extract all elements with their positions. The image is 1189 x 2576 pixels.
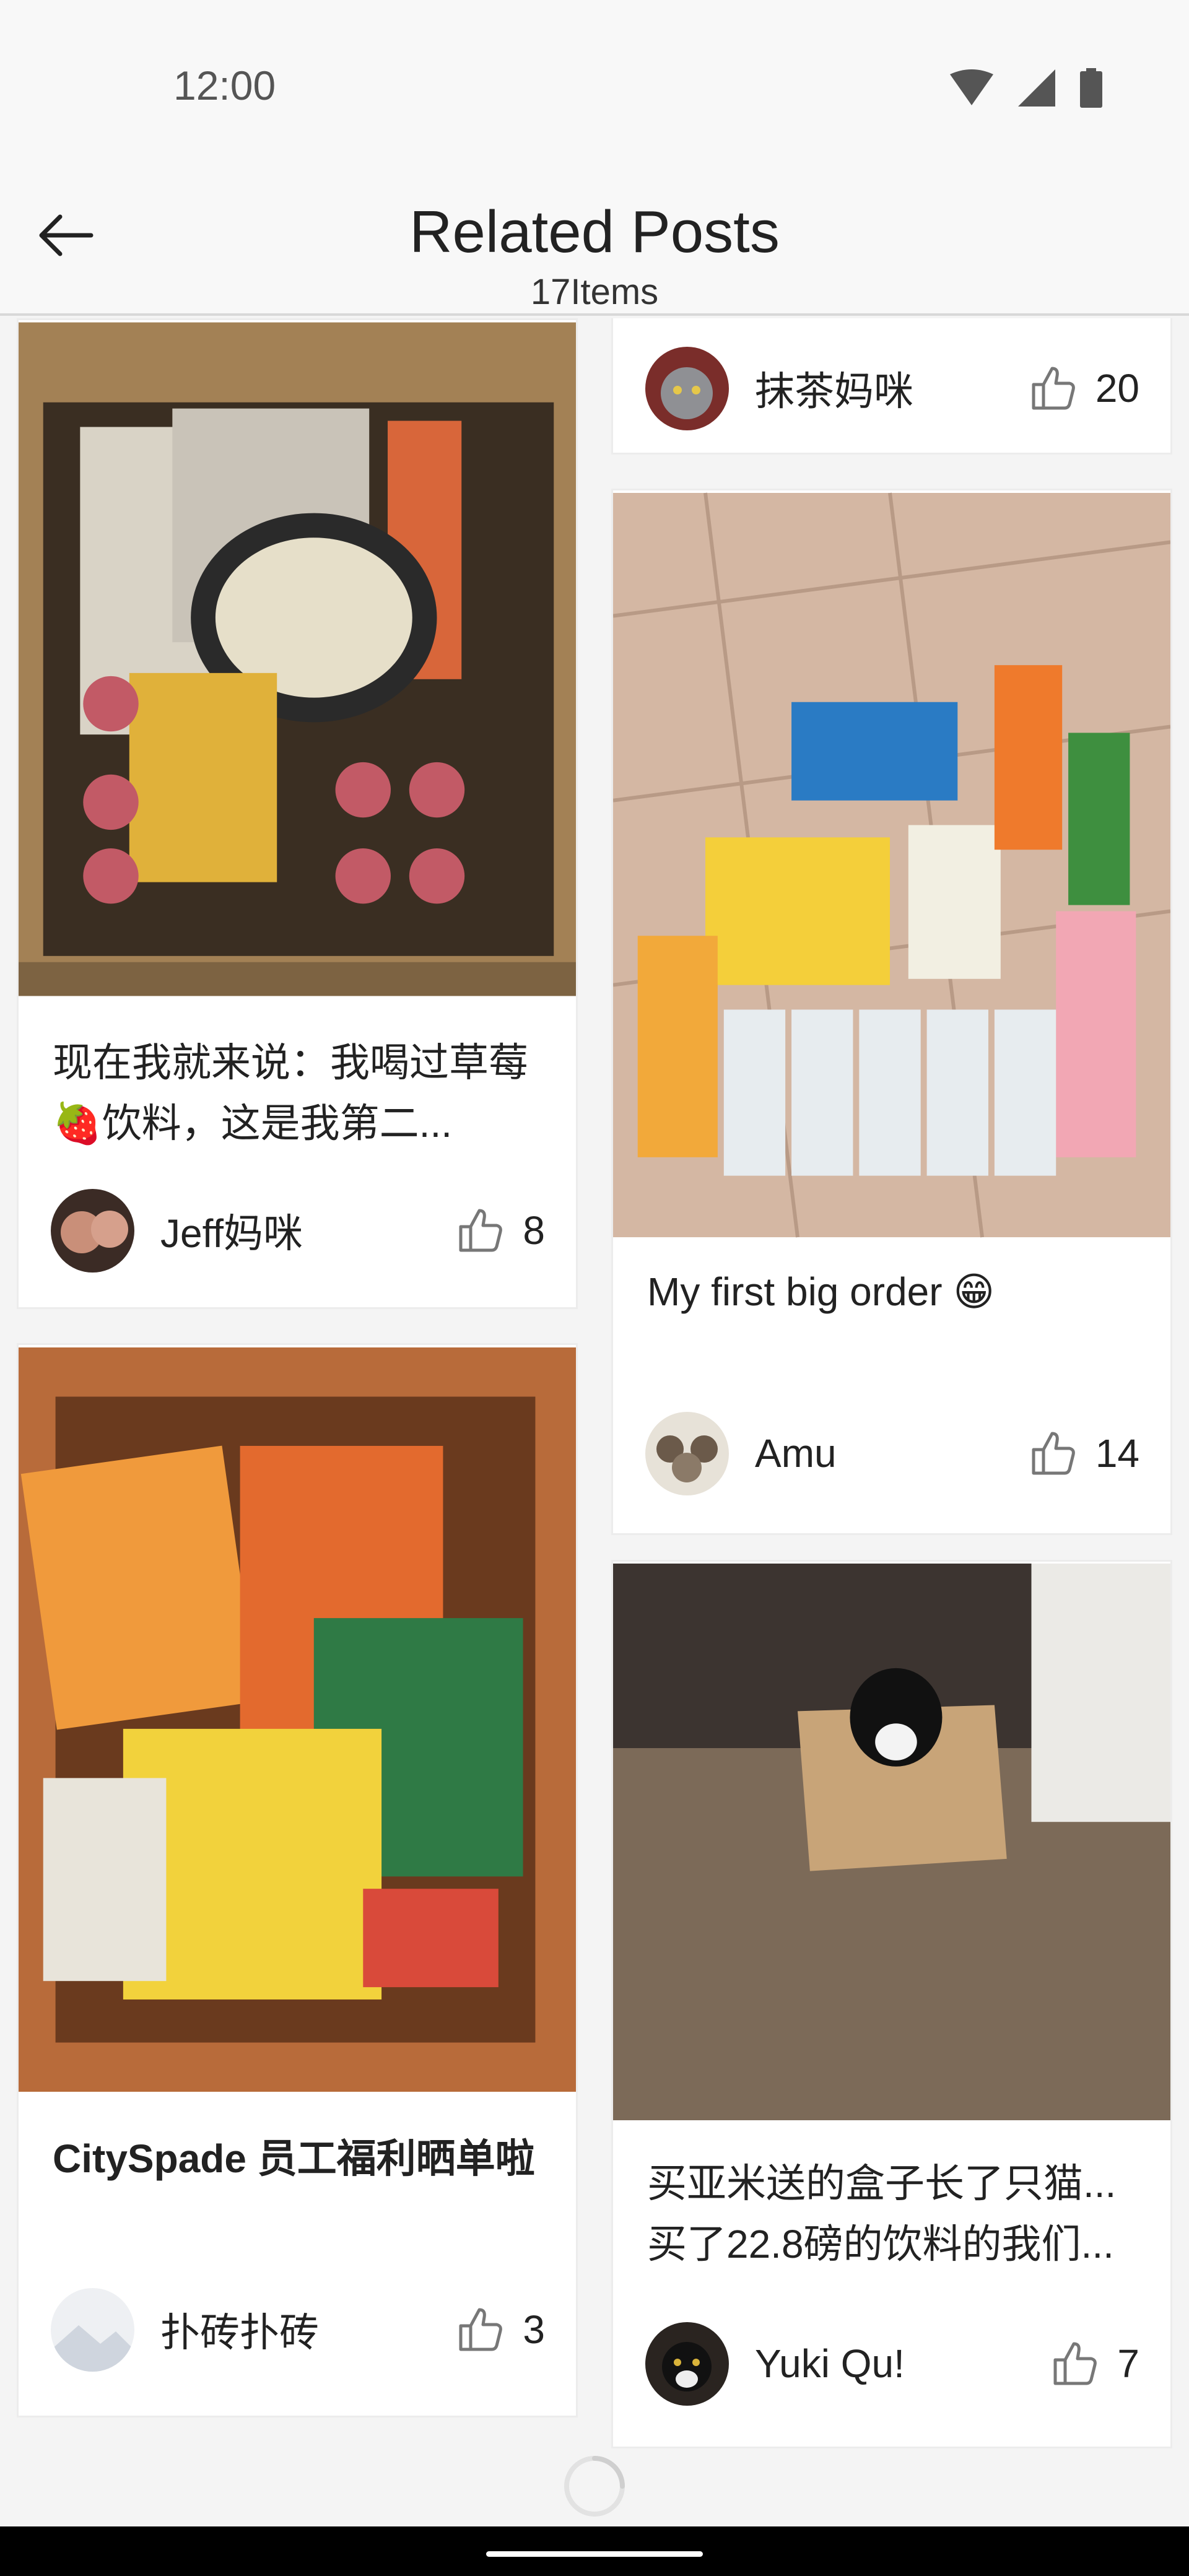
post-footer: Yuki Qu! 7 (645, 2320, 1139, 2407)
wifi-icon (950, 69, 993, 105)
post-text: 买亚米送的盒子长了只猫... 买了22.8磅的饮料的我们... (647, 2161, 1117, 2266)
post-author: 扑砖扑砖 (160, 2310, 319, 2355)
avatar (51, 2287, 134, 2372)
like-count: 14 (1095, 1431, 1139, 1476)
post-card[interactable]: 现在我就来说：我喝过草莓🍓饮料，这是我第二... Jeff妈咪 8 (17, 318, 578, 1309)
post-footer: 扑砖扑砖 3 (51, 2286, 545, 2373)
thumbs-up-icon (459, 1209, 503, 1252)
posts-feed[interactable]: 现在我就来说：我喝过草莓🍓饮料，这是我第二... Jeff妈咪 8 CitySp… (0, 318, 1189, 2479)
like-button[interactable]: 7 (1050, 2339, 1139, 2388)
post-author: 抹茶妈咪 (755, 369, 913, 414)
thumbs-up-icon (1032, 367, 1075, 410)
items-count: 17Items (530, 272, 659, 312)
thumbs-up-icon (1053, 2342, 1097, 2385)
status-bar: 12:00 (0, 0, 1189, 180)
post-footer: 抹茶妈咪 20 (645, 345, 1139, 432)
bag-of-groceries-photo (19, 1347, 576, 2092)
like-count: 20 (1095, 366, 1139, 411)
thumbs-up-icon (459, 2308, 503, 2351)
post-card[interactable]: My first big order 😁 Amu 14 (611, 489, 1172, 1535)
like-button[interactable]: 3 (456, 2305, 545, 2354)
cell-signal-icon (1018, 69, 1055, 107)
post-text: My first big order 😁 (647, 1269, 995, 1314)
avatar (645, 1411, 729, 1495)
avatar (645, 346, 729, 430)
post-footer: Amu 14 (645, 1410, 1139, 1497)
app-header: Related Posts 17Items (0, 180, 1189, 316)
like-button[interactable]: 14 (1029, 1429, 1139, 1478)
post-footer: Jeff妈咪 8 (51, 1187, 545, 1274)
post-text: 现在我就来说：我喝过草莓🍓饮料，这是我第二... (53, 1040, 528, 1146)
drinks-on-floor-photo (613, 492, 1170, 1238)
thumbs-up-icon (1032, 1432, 1075, 1475)
post-card[interactable]: CitySpade 员工福利晒单啦 扑砖扑砖 3 (17, 1343, 578, 2417)
box-of-snacks-photo (19, 322, 576, 996)
cat-in-box-photo (613, 1563, 1170, 2121)
page-title: Related Posts (409, 199, 780, 265)
status-icons (950, 68, 1102, 108)
post-author: Yuki Qu! (755, 2341, 905, 2386)
system-nav-bar (0, 2526, 1189, 2576)
status-time: 12:00 (173, 63, 276, 108)
like-button[interactable]: 8 (456, 1206, 545, 1255)
post-author: Amu (755, 1431, 837, 1476)
avatar (51, 1188, 134, 1273)
like-count: 3 (523, 2307, 545, 2352)
post-text: CitySpade 员工福利晒单啦 (53, 2136, 535, 2181)
post-card[interactable]: 买亚米送的盒子长了只猫... 买了22.8磅的饮料的我们... Yuki Qu!… (611, 1560, 1172, 2448)
avatar (645, 2321, 729, 2406)
loading-spinner (564, 2456, 625, 2517)
battery-icon (1080, 68, 1102, 108)
home-indicator[interactable] (486, 2551, 703, 2557)
post-card[interactable]: 抹茶妈咪 20 (611, 318, 1172, 455)
post-author: Jeff妈咪 (160, 1211, 303, 1256)
like-count: 7 (1117, 2341, 1139, 2386)
like-button[interactable]: 20 (1029, 363, 1139, 413)
like-count: 8 (523, 1208, 545, 1253)
